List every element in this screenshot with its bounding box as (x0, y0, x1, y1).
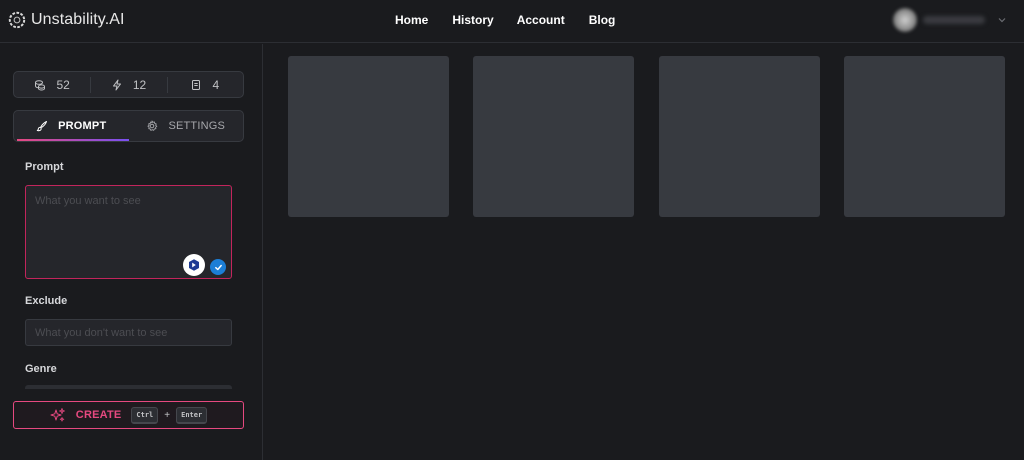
credits-count: 52 (56, 77, 70, 92)
enter-key: Enter (176, 406, 208, 424)
stat-fast: 12 (90, 72, 166, 97)
tab-settings[interactable]: SETTINGS (129, 111, 244, 141)
ctrl-key: Ctrl (131, 406, 159, 424)
document-icon (192, 79, 201, 90)
enhance-icon (189, 259, 199, 271)
create-button[interactable]: CREATE Ctrl + Enter (13, 401, 244, 429)
tab-prompt-label: PROMPT (58, 120, 107, 132)
image-placeholder[interactable] (288, 56, 449, 217)
gear-icon (147, 120, 158, 131)
sparkle-icon (50, 408, 65, 422)
main-nav: Home History Account Blog (395, 13, 615, 27)
key-plus: + (164, 409, 171, 421)
app-name: Unstability.AI (31, 11, 125, 28)
bolt-icon (112, 79, 121, 90)
nav-blog[interactable]: Blog (589, 13, 616, 27)
docs-count: 4 (212, 77, 220, 92)
avatar (893, 8, 917, 32)
check-icon (214, 264, 222, 270)
chevron-down-icon (998, 18, 1006, 23)
create-label: CREATE (75, 409, 122, 421)
tab-settings-label: SETTINGS (168, 120, 226, 132)
nav-home[interactable]: Home (395, 13, 428, 27)
image-placeholder[interactable] (659, 56, 820, 217)
nav-account[interactable]: Account (517, 13, 565, 27)
image-placeholder[interactable] (844, 56, 1005, 217)
image-placeholder[interactable] (473, 56, 634, 217)
stat-docs: 4 (166, 72, 243, 97)
image-gallery (264, 44, 1024, 460)
logo-icon (8, 11, 26, 29)
genre-select[interactable] (25, 385, 232, 389)
exclude-placeholder: What you don't want to see (35, 327, 168, 339)
tab-prompt[interactable]: PROMPT (14, 111, 129, 141)
prompt-textarea[interactable]: What you want to see (25, 185, 232, 279)
nav-history[interactable]: History (452, 13, 493, 27)
prompt-label: Prompt (25, 161, 64, 173)
sidebar-tabs: PROMPT SETTINGS (13, 110, 244, 142)
exclude-input[interactable]: What you don't want to see (25, 319, 232, 346)
fast-count: 12 (132, 77, 147, 92)
genre-label: Genre (25, 363, 57, 375)
logo[interactable]: Unstability.AI (8, 10, 125, 30)
check-button[interactable] (210, 259, 226, 275)
prompt-placeholder: What you want to see (35, 195, 141, 207)
coins-icon (35, 79, 46, 91)
user-name-blurred (923, 16, 985, 24)
brush-icon (36, 121, 48, 132)
user-menu[interactable] (893, 8, 1013, 32)
exclude-label: Exclude (25, 295, 68, 307)
enhance-prompt-button[interactable] (183, 254, 205, 276)
stat-credits: 52 (14, 72, 90, 97)
sidebar: 52 12 4 PROMPT SETTINGS Prompt What you … (0, 44, 263, 460)
top-bar: Unstability.AI Home History Account Blog (0, 0, 1024, 43)
stats-bar: 52 12 4 (13, 71, 244, 98)
